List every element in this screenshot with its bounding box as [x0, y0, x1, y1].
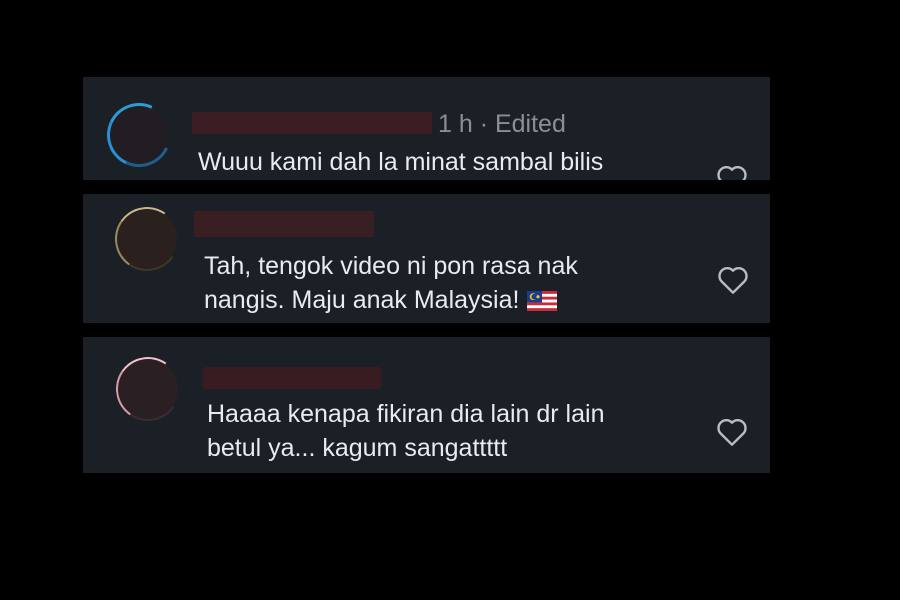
comment-text: Wuuu kami dah la minat sambal bilis	[198, 145, 603, 179]
heart-outline-icon[interactable]	[716, 164, 748, 180]
redacted-username[interactable]	[192, 112, 432, 134]
heart-outline-icon[interactable]	[717, 265, 749, 295]
comment-card: Haaaa kenapa fikiran dia lain dr lain be…	[83, 337, 770, 473]
comment-meta: 1 h · Edited	[438, 110, 566, 138]
comment-line: Wuuu kami dah la minat sambal bilis	[198, 148, 604, 176]
avatar[interactable]	[109, 201, 185, 277]
redacted-username[interactable]	[194, 211, 374, 237]
comment-line: Tah, tengok video ni pon rasa nak	[204, 252, 578, 280]
avatar[interactable]	[110, 351, 186, 427]
comment-card: Tah, tengok video ni pon rasa nak nangis…	[83, 194, 770, 323]
comment-text: Tah, tengok video ni pon rasa nak nangis…	[204, 249, 578, 317]
malaysia-flag-icon	[527, 291, 558, 311]
comment-card: 1 h · Edited Wuuu kami dah la minat samb…	[83, 77, 770, 180]
redacted-username[interactable]	[203, 367, 381, 389]
comment-line: Haaaa kenapa fikiran dia lain dr lain	[207, 400, 605, 428]
comment-line: betul ya... kagum sangattttt	[207, 434, 508, 462]
avatar[interactable]	[97, 93, 181, 177]
comment-line: nangis. Maju anak Malaysia!	[204, 286, 520, 314]
heart-outline-icon[interactable]	[716, 417, 748, 447]
comment-text: Haaaa kenapa fikiran dia lain dr lain be…	[207, 397, 604, 465]
comment-line-with-emoji: nangis. Maju anak Malaysia!	[204, 283, 578, 317]
